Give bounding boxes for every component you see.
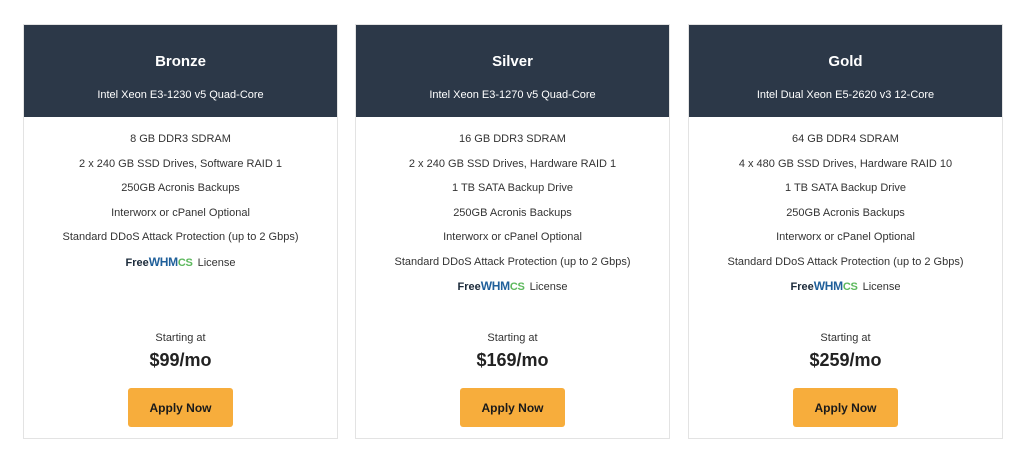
price-block: Starting at $169/mo	[356, 331, 669, 371]
feature-item: 250GB Acronis Backups	[121, 182, 240, 194]
plan-name: Gold	[828, 53, 863, 70]
plan-cpu: Intel Dual Xeon E5-2620 v3 12-Core	[756, 89, 935, 101]
whmcs-license-label: License	[529, 281, 568, 293]
feature-list: 64 GB DDR4 SDRAM 4 x 480 GB SSD Drives, …	[689, 132, 1002, 295]
plan-price: $169/mo	[476, 350, 549, 370]
feature-item: 1 TB SATA Backup Drive	[784, 182, 907, 194]
starting-at-label: Starting at	[155, 332, 206, 344]
plan-card-gold: Gold Intel Dual Xeon E5-2620 v3 12-Core …	[688, 24, 1003, 439]
starting-at-label: Starting at	[487, 332, 538, 344]
feature-item: 16 GB DDR3 SDRAM	[459, 133, 566, 145]
feature-item: 8 GB DDR3 SDRAM	[130, 133, 231, 145]
whmcs-license-feature: FreeWHMCS License	[356, 279, 669, 295]
feature-item: 2 x 240 GB SSD Drives, Hardware RAID 1	[408, 157, 617, 170]
feature-item: 250GB Acronis Backups	[786, 206, 905, 219]
whmcs-free-label: Free	[790, 281, 814, 293]
pricing-plans: Bronze Intel Xeon E3-1230 v5 Quad-Core 8…	[23, 24, 1003, 439]
feature-item: 4 x 480 GB SSD Drives, Hardware RAID 10	[738, 157, 953, 170]
plan-header: Gold Intel Dual Xeon E5-2620 v3 12-Core	[689, 25, 1002, 117]
apply-now-button-bronze[interactable]: Apply Now	[128, 388, 233, 427]
feature-item: Standard DDoS Attack Protection (up to 2…	[62, 231, 299, 243]
starting-at-label: Starting at	[820, 332, 871, 344]
price-block: Starting at $99/mo	[24, 331, 337, 371]
whmcs-logo: WHMCS	[813, 279, 858, 293]
whmcs-license-label: License	[862, 281, 901, 293]
whmcs-license-label: License	[197, 256, 236, 269]
feature-item: Interworx or cPanel Optional	[776, 231, 915, 243]
plan-header: Silver Intel Xeon E3-1270 v5 Quad-Core	[356, 25, 669, 117]
feature-item: Standard DDoS Attack Protection (up to 2…	[394, 255, 631, 268]
plan-price: $99/mo	[149, 350, 212, 370]
whmcs-logo: WHMCS	[480, 279, 525, 293]
whmcs-license-feature: FreeWHMCS License	[689, 279, 1002, 295]
plan-card-silver: Silver Intel Xeon E3-1270 v5 Quad-Core 1…	[355, 24, 670, 439]
feature-item: Interworx or cPanel Optional	[111, 206, 250, 219]
feature-item: 250GB Acronis Backups	[453, 206, 572, 219]
plan-price: $259/mo	[809, 350, 882, 370]
whmcs-free-label: Free	[457, 281, 481, 293]
whmcs-free-label: Free	[125, 256, 149, 269]
plan-name: Silver	[492, 53, 533, 70]
feature-item: Standard DDoS Attack Protection (up to 2…	[727, 255, 964, 268]
apply-now-button-silver[interactable]: Apply Now	[460, 388, 565, 427]
feature-item: 1 TB SATA Backup Drive	[451, 182, 574, 194]
feature-item: 64 GB DDR4 SDRAM	[792, 133, 899, 145]
feature-list: 16 GB DDR3 SDRAM 2 x 240 GB SSD Drives, …	[356, 132, 669, 295]
feature-list: 8 GB DDR3 SDRAM 2 x 240 GB SSD Drives, S…	[24, 132, 337, 271]
plan-header: Bronze Intel Xeon E3-1230 v5 Quad-Core	[24, 25, 337, 117]
apply-now-button-gold[interactable]: Apply Now	[793, 388, 898, 427]
feature-item: 2 x 240 GB SSD Drives, Software RAID 1	[79, 157, 282, 170]
plan-name: Bronze	[155, 53, 206, 70]
whmcs-logo: WHMCS	[148, 254, 193, 269]
feature-item: Interworx or cPanel Optional	[443, 231, 582, 243]
price-block: Starting at $259/mo	[689, 331, 1002, 371]
plan-cpu: Intel Xeon E3-1270 v5 Quad-Core	[429, 89, 596, 101]
plan-cpu: Intel Xeon E3-1230 v5 Quad-Core	[97, 89, 264, 101]
whmcs-license-feature: FreeWHMCS License	[24, 255, 337, 271]
plan-card-bronze: Bronze Intel Xeon E3-1230 v5 Quad-Core 8…	[23, 24, 338, 439]
